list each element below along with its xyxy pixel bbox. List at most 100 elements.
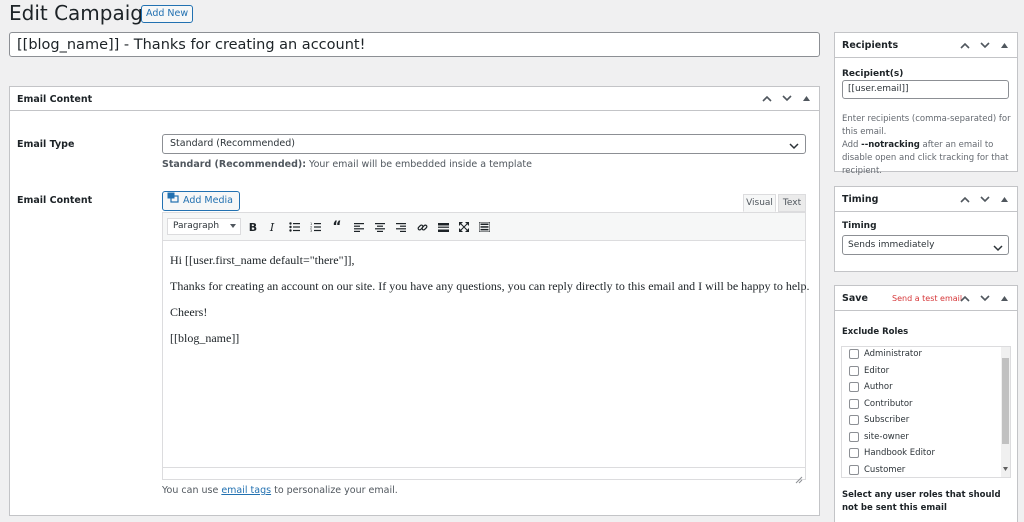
role-label: Subscriber [864,415,910,425]
role-label: Handbook Editor [864,448,935,458]
save-box-header: Save Send a test email [835,286,1017,311]
page-title: Edit Campaign [9,1,156,25]
italic-icon[interactable]: I [265,220,279,234]
bold-icon[interactable]: B [246,220,260,234]
email-tags-link[interactable]: email tags [221,485,271,496]
read-more-icon[interactable] [436,220,450,234]
notracking-flag: --notracking [861,140,920,150]
email-tags-help: You can use email tags to personalize yo… [162,485,398,496]
chevron-down-icon[interactable] [780,92,793,105]
tab-text[interactable]: Text [778,194,806,212]
svg-text:3: 3 [310,229,312,232]
chevron-down-icon[interactable] [978,292,991,305]
link-icon[interactable] [415,220,429,234]
send-test-email-link[interactable]: Send a test email [892,294,962,303]
toggle-panel-icon[interactable] [800,92,813,105]
timing-box-header: Timing [835,187,1017,212]
role-label: Author [864,382,893,392]
save-box: Save Send a test email Exclude Roles Adm… [834,285,1018,522]
add-media-button[interactable]: Add Media [162,191,240,211]
chevron-up-icon[interactable] [958,292,971,305]
toggle-panel-icon[interactable] [998,39,1011,52]
format-select[interactable]: Paragraph [167,218,241,235]
role-checkbox[interactable] [849,464,859,475]
email-type-help: Standard (Recommended): Your email will … [162,159,532,170]
role-label: site-owner [864,431,909,442]
timing-label: Timing [842,221,877,231]
scroll-down-arrow-icon[interactable] [1003,456,1008,475]
toggle-panel-icon[interactable] [998,193,1011,206]
exclude-roles-help: Select any user roles that should not be… [842,490,1001,513]
editor-content[interactable]: Hi [[user.first_name default="there"]], … [163,242,810,466]
recipients-help: Enter recipients (comma-separated) for t… [842,113,1012,178]
recipients-box-header: Recipients [835,33,1017,58]
exclude-roles-label: Exclude Roles [842,327,909,337]
role-option[interactable]: Contributor [849,398,913,409]
chevron-up-icon[interactable] [958,39,971,52]
role-option[interactable]: site-owner [849,431,909,442]
campaign-title-input[interactable] [9,32,820,57]
format-select-value: Paragraph [173,221,220,231]
chevron-down-icon[interactable] [978,193,991,206]
role-checkbox[interactable] [849,398,859,409]
role-checkbox[interactable] [849,382,859,392]
role-checkbox[interactable] [849,448,859,458]
align-left-icon[interactable] [352,220,366,234]
chevron-up-icon[interactable] [760,92,773,105]
blockquote-icon[interactable]: “ [330,219,344,235]
role-checkbox[interactable] [849,415,859,425]
add-new-button[interactable]: Add New [141,5,194,23]
email-tags-help-prefix: You can use [162,485,222,496]
role-option[interactable]: Handbook Editor [849,448,935,458]
tab-visual[interactable]: Visual [743,194,776,212]
role-option[interactable]: Administrator [849,349,922,359]
role-checkbox[interactable] [849,365,859,376]
role-option[interactable]: Customer [849,464,906,475]
timing-box-title: Timing [842,194,879,205]
role-option[interactable]: Author [849,382,893,392]
role-label: Customer [864,464,906,475]
editor-toolbar: Paragraph B I 123 “ [163,213,805,241]
recipients-input[interactable]: [[user.email]] [842,80,1009,99]
email-body-line: [[blog_name]] [170,331,240,345]
fullscreen-icon[interactable] [457,220,471,234]
chevron-down-icon [789,139,799,157]
role-label: Editor [864,365,890,376]
resize-handle-icon[interactable] [795,469,803,484]
role-label: Contributor [864,398,913,409]
email-type-value: Standard (Recommended) [170,138,295,149]
roles-list[interactable]: Administrator Editor Author Contributor … [841,346,1011,478]
email-content-label: Email Content [17,195,93,206]
timing-value: Sends immediately [848,240,935,250]
email-type-label: Email Type [17,139,75,150]
email-body-line: Cheers! [170,305,208,319]
rich-text-editor[interactable]: Paragraph B I 123 “ Hi [[user.first_name… [162,212,810,484]
align-right-icon[interactable] [394,220,408,234]
toolbar-toggle-icon[interactable] [477,220,491,234]
recipients-label: Recipient(s) [842,69,904,79]
align-center-icon[interactable] [373,220,387,234]
role-option[interactable]: Editor [849,365,890,376]
recipients-box-title: Recipients [842,40,899,51]
bulleted-list-icon[interactable] [287,220,301,234]
role-checkbox[interactable] [849,431,859,442]
editor-statusbar [163,467,805,484]
chevron-up-icon[interactable] [958,193,971,206]
timing-box: Timing Timing Sends immediately [834,186,1018,272]
role-label: Administrator [864,349,922,359]
timing-select[interactable]: Sends immediately [842,235,1009,255]
recipients-box: Recipients Recipient(s) [[user.email]] E… [834,32,1018,176]
chevron-down-icon [993,241,1003,259]
recipients-help-prefix: Add [842,140,862,150]
toggle-panel-icon[interactable] [998,292,1011,305]
chevron-down-icon[interactable] [978,39,991,52]
roles-scrollbar-thumb[interactable] [1002,358,1009,444]
email-type-help-bold: Standard (Recommended): [162,159,307,170]
email-body-line: Hi [[user.first_name default="there"]], [170,253,355,267]
email-body-line: Thanks for creating an account on our si… [170,279,810,293]
role-option[interactable]: Subscriber [849,415,909,425]
role-checkbox[interactable] [849,349,859,359]
roles-scrollbar[interactable] [1001,347,1010,477]
numbered-list-icon[interactable]: 123 [308,220,322,234]
email-type-select[interactable]: Standard (Recommended) [162,134,806,154]
